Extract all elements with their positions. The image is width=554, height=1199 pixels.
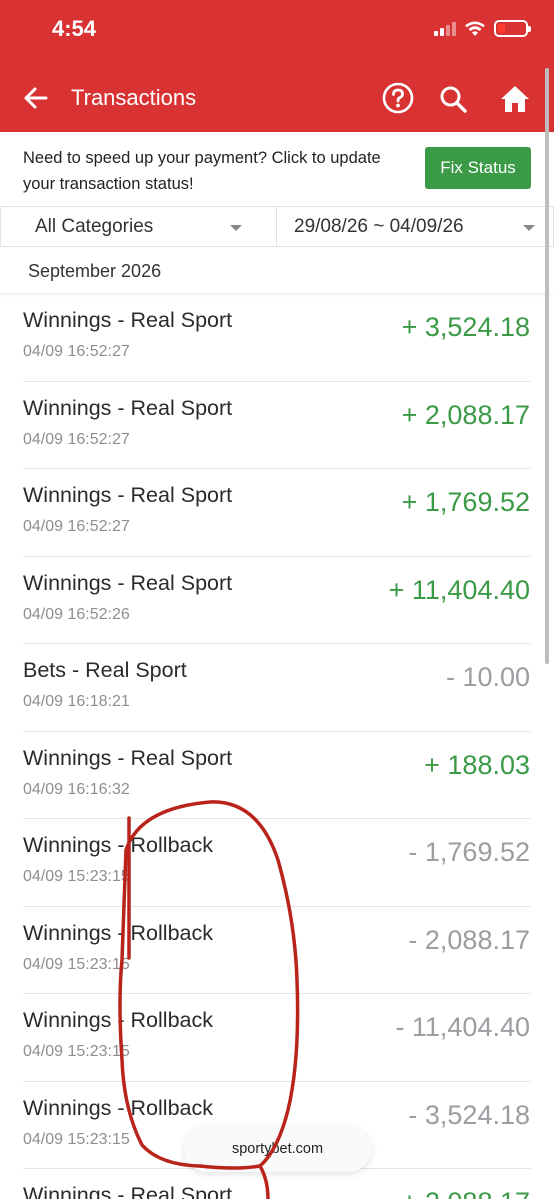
transaction-name: Winnings - Rollback <box>23 1008 213 1032</box>
notice-text: Need to speed up your payment? Click to … <box>23 149 381 193</box>
page-title: Transactions <box>71 85 197 110</box>
transaction-amount: + 188.03 <box>424 749 530 780</box>
transaction-list: Winnings - Real Sport 04/09 16:52:27 + 3… <box>0 294 554 1199</box>
wifi-icon <box>465 21 485 36</box>
transaction-amount: + 2,088.17 <box>402 1187 530 1199</box>
browser-url-pill[interactable]: sportybet.com <box>184 1127 371 1172</box>
transaction-datetime: 04/09 16:18:21 <box>23 693 130 710</box>
payment-notice: Need to speed up your payment? Click to … <box>0 132 554 206</box>
transaction-row[interactable]: Bets - Real Sport 04/09 16:18:21 - 10.00 <box>0 644 554 732</box>
transaction-datetime: 04/09 16:52:26 <box>23 605 130 623</box>
battery-icon <box>494 20 531 37</box>
transaction-row[interactable]: Winnings - Real Sport 04/09 16:52:27 + 3… <box>0 294 554 382</box>
help-icon[interactable] <box>382 82 414 114</box>
scrollbar[interactable] <box>545 68 549 664</box>
transaction-amount: + 1,769.52 <box>401 487 530 517</box>
signal-icon <box>434 21 456 36</box>
app-bar: Transactions <box>0 62 554 132</box>
transaction-amount: - 3,524.18 <box>408 1099 530 1130</box>
fix-status-button[interactable]: Fix Status <box>425 147 531 189</box>
transaction-name: Winnings - Real Sport <box>23 1183 233 1199</box>
transaction-row[interactable]: Winnings - Rollback 04/09 15:23:15 - 11,… <box>0 994 554 1082</box>
date-range-dropdown[interactable]: 29/08/26 ~ 04/09/26 <box>277 207 554 246</box>
transaction-amount: + 11,404.40 <box>388 574 530 605</box>
month-label: September 2026 <box>28 261 162 281</box>
status-time: 4:54 <box>52 16 97 41</box>
transaction-amount: + 3,524.18 <box>401 312 530 342</box>
category-value: All Categories <box>35 216 154 237</box>
date-range-value: 29/08/26 ~ 04/09/26 <box>294 216 464 237</box>
back-arrow-icon[interactable] <box>22 84 50 112</box>
transaction-amount: + 2,088.17 <box>401 399 530 430</box>
transaction-amount: - 10.00 <box>445 662 530 692</box>
transaction-row[interactable]: Winnings - Rollback 04/09 15:23:15 - 1,7… <box>0 819 554 907</box>
transaction-datetime: 04/09 16:16:32 <box>23 780 130 798</box>
transaction-row[interactable]: Winnings - Real Sport 04/09 16:52:27 + 1… <box>0 469 554 557</box>
transaction-name: Bets - Real Sport <box>23 658 187 682</box>
transaction-name: Winnings - Real Sport <box>23 395 233 420</box>
transaction-amount: - 11,404.40 <box>395 1012 530 1042</box>
dropdown-caret-icon <box>523 225 535 231</box>
transaction-datetime: 04/09 16:52:27 <box>23 430 130 448</box>
status-bar: 4:54 <box>0 0 554 62</box>
transaction-name: Winnings - Rollback <box>23 833 213 857</box>
transaction-name: Winnings - Rollback <box>23 1095 213 1120</box>
dropdown-caret-icon <box>230 225 242 231</box>
transaction-datetime: 04/09 15:23:15 <box>23 1130 130 1148</box>
transaction-row[interactable]: Winnings - Real Sport 04/09 16:16:32 + 1… <box>0 732 554 820</box>
status-icons <box>434 20 531 37</box>
home-icon[interactable] <box>499 84 531 114</box>
transaction-amount: - 1,769.52 <box>408 837 530 867</box>
transaction-datetime: 04/09 15:23:15 <box>23 955 130 973</box>
transaction-datetime: 04/09 15:23:15 <box>23 1043 130 1060</box>
transaction-name: Winnings - Real Sport <box>23 308 233 332</box>
transaction-datetime: 04/09 15:23:15 <box>23 868 130 885</box>
search-icon[interactable] <box>438 84 468 114</box>
transaction-name: Winnings - Real Sport <box>23 570 233 595</box>
transaction-amount: - 2,088.17 <box>408 924 530 955</box>
transaction-name: Winnings - Real Sport <box>23 483 233 507</box>
transaction-row[interactable]: Winnings - Rollback 04/09 15:23:15 - 2,0… <box>0 907 554 995</box>
category-dropdown[interactable]: All Categories <box>0 207 277 246</box>
transaction-row[interactable]: Winnings - Real Sport + 2,088.17 <box>0 1169 554 1199</box>
transaction-datetime: 04/09 16:52:27 <box>23 518 130 535</box>
transaction-row[interactable]: Winnings - Real Sport 04/09 16:52:26 + 1… <box>0 557 554 645</box>
transaction-name: Winnings - Rollback <box>23 920 213 945</box>
transaction-row[interactable]: Winnings - Real Sport 04/09 16:52:27 + 2… <box>0 382 554 470</box>
transaction-datetime: 04/09 16:52:27 <box>23 343 130 360</box>
month-header: September 2026 <box>0 247 554 293</box>
transaction-name: Winnings - Real Sport <box>23 745 233 770</box>
filter-bar: All Categories 29/08/26 ~ 04/09/26 <box>0 206 554 247</box>
